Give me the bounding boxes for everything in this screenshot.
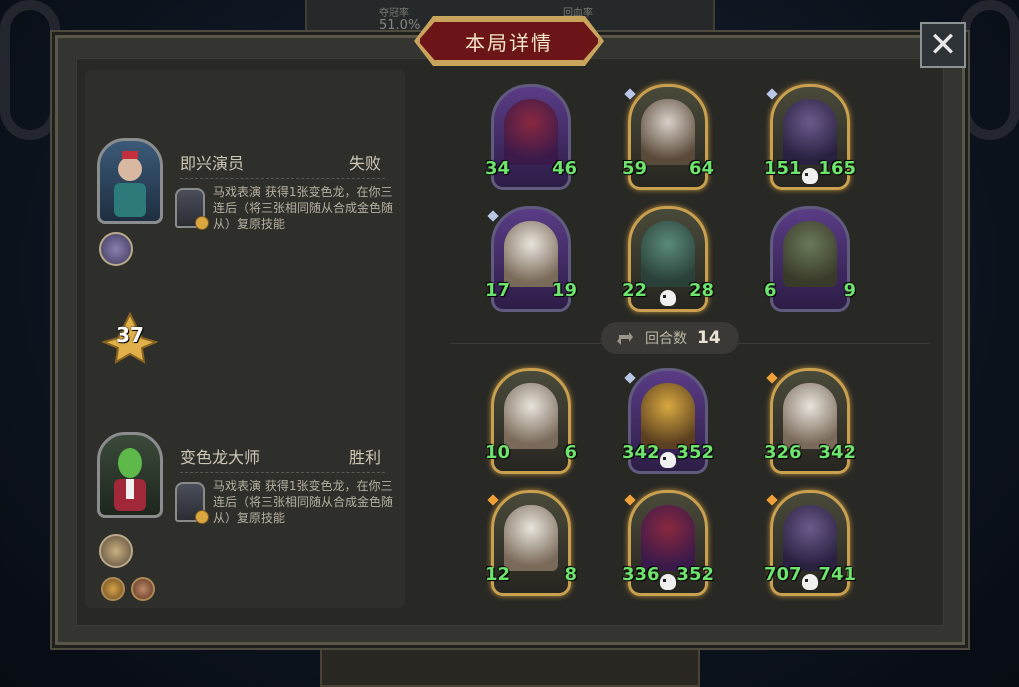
pelican-icon: [783, 383, 837, 449]
tavern-level-value: 37: [116, 323, 144, 347]
divider: [180, 472, 385, 473]
player-minion-card[interactable]: 336 352: [622, 490, 714, 596]
opponent-portrait[interactable]: [97, 138, 163, 224]
close-button[interactable]: ✕: [920, 22, 966, 68]
stat-label-win-rate: 夺冠率: [379, 8, 409, 19]
turtle-icon: [783, 221, 837, 287]
pelican-icon: [504, 383, 558, 449]
minion-attack: 12: [485, 561, 518, 591]
pelican-icon: [504, 221, 558, 287]
opponent-minion-card[interactable]: 59 64: [622, 84, 714, 190]
octopus-pirate-icon: [783, 99, 837, 165]
player-minion-card[interactable]: 12 8: [485, 490, 577, 596]
minion-health: 352: [676, 561, 714, 591]
player-minion-card[interactable]: 342 352: [622, 368, 714, 474]
minion-attack: 59: [622, 155, 655, 185]
rat-pirate-icon: [641, 99, 695, 165]
hero-power-icon[interactable]: [175, 188, 209, 230]
clown-icon: [641, 505, 695, 571]
player-hero-power-text: 马戏表演 获得1张变色龙，在你三连后（将三张相同随从合成金色随从）复原技能: [213, 479, 394, 525]
opponent-minion-card[interactable]: 22 28: [622, 206, 714, 312]
minion-attack: 17: [485, 277, 518, 307]
minion-attack: 34: [485, 155, 518, 185]
minion-attack: 336: [622, 561, 660, 591]
portrait-badge-icon[interactable]: [131, 577, 155, 601]
minion-health: 6: [545, 439, 577, 469]
skull-icon: [660, 574, 679, 590]
skull-icon: [660, 452, 679, 468]
decorative-claw-left: [0, 0, 60, 140]
opponent-minion-card[interactable]: 69: [764, 206, 856, 312]
player-minion-card[interactable]: 326 342: [764, 368, 856, 474]
card-frame: [770, 206, 850, 312]
tavern-level-badge: 37: [102, 312, 158, 364]
skull-icon: [660, 290, 679, 306]
dialog-title: 本局详情: [418, 20, 600, 62]
round-label: 回合数: [645, 331, 687, 347]
octopus-pirate-icon: [783, 505, 837, 571]
circus-badge-icon[interactable]: [99, 534, 133, 568]
round-value: 14: [697, 328, 721, 348]
opponent-result: 失败: [348, 154, 381, 173]
minion-health: 352: [676, 439, 714, 469]
background-bottom-bar: [320, 640, 700, 687]
hero-power-icon[interactable]: [175, 482, 209, 524]
crown-badge-icon[interactable]: [101, 577, 125, 601]
opponent-minion-card[interactable]: 17 19: [485, 206, 577, 312]
minion-attack: 707: [764, 561, 802, 591]
player-minion-card[interactable]: 10 6: [485, 368, 577, 474]
minion-health: 28: [681, 277, 714, 307]
minion-attack: 326: [764, 439, 802, 469]
minion-health: 46: [544, 155, 577, 185]
round-counter: 回合数 14: [601, 322, 739, 354]
opponent-minion-card[interactable]: 34 46: [485, 84, 577, 190]
player-minion-card[interactable]: 707 741: [764, 490, 856, 596]
pelican-icon: [504, 505, 558, 571]
scarecrow-icon: [641, 383, 695, 449]
decorative-claw-right: [960, 0, 1019, 140]
skull-icon: [802, 168, 821, 184]
divider: [180, 178, 385, 179]
minion-attack: 10: [485, 439, 518, 469]
minion-attack: 342: [622, 439, 660, 469]
opponent-minion-card[interactable]: 151 165: [764, 84, 856, 190]
minion-health: 8: [545, 561, 577, 591]
minion-attack: 151: [764, 155, 802, 185]
minion-attack: 6: [764, 277, 795, 307]
skull-icon: [802, 574, 821, 590]
close-icon: ✕: [928, 25, 958, 65]
minion-health: 165: [818, 155, 856, 185]
minion-attack: 22: [622, 277, 655, 307]
player-row-self: 变色龙大师 胜利 马戏表演 获得1张变色龙，在你三连后（将三张相同随从合成金色随…: [85, 432, 405, 602]
minion-health: 342: [818, 439, 856, 469]
player-portrait[interactable]: [97, 432, 163, 518]
ghost-badge-icon[interactable]: [99, 232, 133, 266]
opponent-name: 即兴演员: [180, 154, 245, 173]
player-name: 变色龙大师: [180, 448, 261, 467]
crocodile-icon: [641, 221, 695, 287]
minion-health: 64: [681, 155, 714, 185]
refresh-icon: [617, 332, 633, 345]
game-screen: 夺冠率 51.0% 回血率 本局详情 ✕ 即兴演员 失败 马戏表演 获得1张变色…: [0, 0, 1019, 687]
minion-health: 19: [544, 277, 577, 307]
minion-health: 9: [824, 277, 856, 307]
stat-value-win-rate: 51.0%: [379, 18, 421, 33]
minion-health: 741: [818, 561, 856, 591]
dialog-title-text: 本局详情: [465, 30, 553, 55]
clown-icon: [504, 99, 558, 165]
player-result: 胜利: [348, 448, 381, 467]
opponent-hero-power-text: 马戏表演 获得1张变色龙，在你三连后（将三张相同随从合成金色随从）复原技能: [213, 185, 394, 231]
player-row-opponent: 即兴演员 失败 马戏表演 获得1张变色龙，在你三连后（将三张相同随从合成金色随从…: [85, 138, 405, 308]
